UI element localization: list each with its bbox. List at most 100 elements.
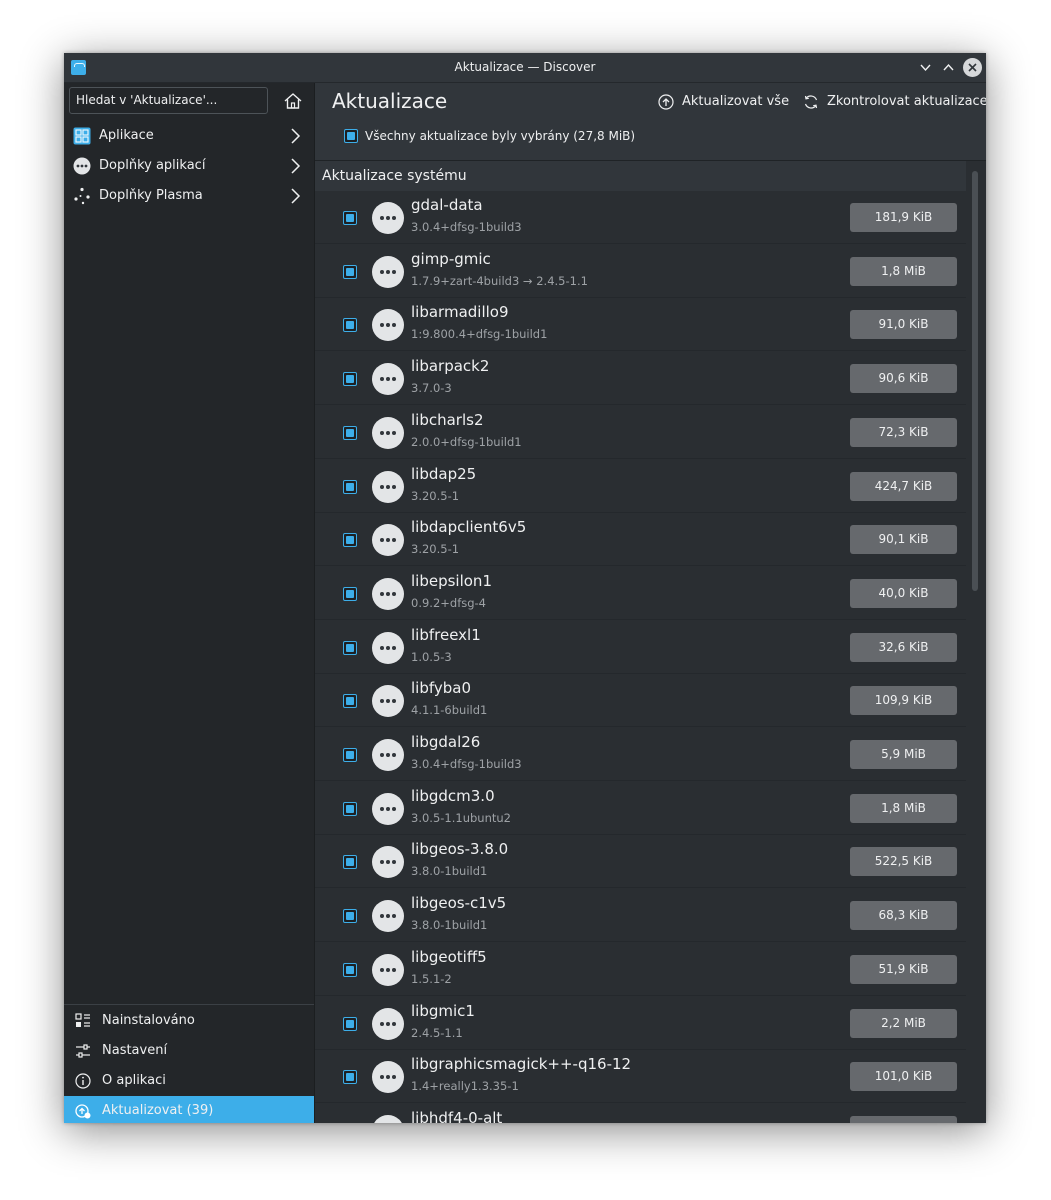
update-icon — [75, 1104, 91, 1119]
update-checkbox[interactable] — [343, 318, 357, 333]
title-bar[interactable]: Aktualizace — Discover — [64, 53, 986, 83]
update-checkbox[interactable] — [343, 909, 357, 924]
update-checkbox[interactable] — [343, 801, 357, 816]
nav-item-label: Aktualizovat (39) — [102, 1103, 214, 1118]
update-checkbox[interactable] — [343, 586, 357, 601]
update-checkbox[interactable] — [343, 479, 357, 494]
update-checkbox[interactable] — [343, 533, 357, 548]
selection-summary: Všechny aktualizace byly vybrány (27,8 M… — [365, 129, 636, 143]
update-row[interactable]: libfreexl1 1.0.5-3 32,6 KiB — [315, 620, 966, 674]
sidebar-item-doplnky-plasma[interactable]: Doplňky Plasma — [64, 181, 314, 211]
update-checkbox[interactable] — [343, 694, 357, 709]
nav-item-about[interactable]: O aplikaci — [64, 1066, 314, 1096]
package-more-icon — [372, 202, 404, 234]
update-row[interactable]: gimp-gmic 1.7.9+zart-4build3 → 2.4.5-1.1 1… — [315, 244, 966, 298]
update-row[interactable]: libdapclient6v5 3.20.5-1 90,1 KiB — [315, 513, 966, 567]
home-icon — [284, 93, 302, 109]
package-name: gimp-gmic — [411, 249, 491, 268]
package-name: libfyba0 — [411, 679, 472, 698]
update-row[interactable]: libgeos-3.8.0 3.8.0-1build1 522,5 KiB — [315, 835, 966, 889]
update-checkbox[interactable] — [343, 855, 357, 870]
sidebar-item-doplnky-aplikaci[interactable]: Doplňky aplikací — [64, 151, 314, 181]
update-row[interactable]: libhdf4-0-alt — [315, 1103, 966, 1123]
update-checkbox[interactable] — [343, 264, 357, 279]
plasma-icon — [74, 187, 90, 205]
nav-item-settings[interactable]: Nastavení — [64, 1036, 314, 1066]
applications-grid-icon — [73, 127, 91, 145]
update-checkbox[interactable] — [343, 372, 357, 387]
update-row[interactable]: libgdal26 3.0.4+dfsg-1build3 5,9 MiB — [315, 728, 966, 781]
chevron-right-icon — [291, 128, 301, 144]
update-row[interactable]: libcharls2 2.0.0+dfsg-1build1 72,3 KiB — [315, 405, 966, 459]
package-size-badge: 90,6 KiB — [850, 364, 957, 394]
update-row[interactable]: libarpack2 3.7.0-3 90,6 KiB — [315, 352, 966, 406]
package-size-badge: 51,9 KiB — [850, 954, 957, 984]
sidebar-item-label: Doplňky Plasma — [99, 188, 203, 203]
checkbox-checked[interactable] — [344, 129, 358, 143]
package-name: libdap25 — [411, 464, 477, 483]
package-more-icon — [372, 363, 404, 396]
update-row[interactable]: libgdcm3.0 3.0.5-1.1ubuntu2 1,8 MiB — [315, 781, 966, 835]
chevron-right-icon — [291, 188, 301, 204]
package-size-badge: 1,8 MiB — [850, 256, 957, 286]
package-version: 3.0.4+dfsg-1build3 — [411, 757, 522, 771]
update-checkbox[interactable] — [343, 1016, 357, 1031]
package-more-icon — [372, 900, 404, 933]
update-checkbox[interactable] — [343, 211, 357, 225]
package-more-icon — [372, 416, 404, 449]
package-size-badge: 424,7 KiB — [850, 471, 957, 501]
update-row[interactable]: libepsilon1 0.9.2+dfsg-4 40,0 KiB — [315, 566, 966, 620]
update-checkbox[interactable] — [343, 640, 357, 655]
more-circle-icon — [73, 157, 91, 175]
package-version: 3.8.0-1build1 — [411, 864, 488, 879]
update-checkbox[interactable] — [343, 425, 357, 440]
maximize-button[interactable] — [939, 58, 958, 77]
update-row[interactable]: libarmadillo9 1:9.800.4+dfsg-1build1 91,0 … — [315, 298, 966, 352]
home-button[interactable] — [283, 91, 303, 111]
close-button[interactable] — [963, 58, 982, 77]
update-row[interactable]: libdap25 3.20.5-1 424,7 KiB — [315, 459, 966, 513]
chevron-down-icon — [920, 64, 931, 72]
update-row[interactable]: libgraphicsmagick++-q16-12 1.4+really1.3.… — [315, 1050, 966, 1104]
update-checkbox[interactable] — [343, 1070, 357, 1085]
update-row[interactable]: gdal-data 3.0.4+dfsg-1build3 181,9 KiB — [315, 191, 966, 244]
page-header: Aktualizace Aktualizovat vše Zkontrolova… — [315, 83, 986, 161]
update-row[interactable]: libfyba0 4.1.1-6build1 109,9 KiB — [315, 674, 966, 728]
package-version: 1.0.5-3 — [411, 649, 452, 664]
scrollbar-thumb[interactable] — [972, 171, 978, 591]
package-name: libhdf4-0-alt — [411, 1108, 503, 1123]
chevron-up-icon — [943, 63, 954, 71]
package-version: 3.7.0-3 — [411, 381, 452, 396]
update-checkbox[interactable] — [343, 748, 357, 762]
update-row[interactable]: libgeotiff5 1.5.1-2 51,9 KiB — [315, 942, 966, 996]
page-title: Aktualizace — [332, 89, 448, 113]
nav-item-installed[interactable]: Nainstalováno — [64, 1006, 314, 1036]
package-name: libgeotiff5 — [411, 947, 487, 966]
update-row[interactable]: libgeos-c1v5 3.8.0-1build1 68,3 KiB — [315, 889, 966, 943]
package-version: 1.5.1-2 — [411, 971, 452, 986]
package-version: 2.4.5-1.1 — [411, 1025, 463, 1040]
check-updates-button[interactable]: Zkontrolovat aktualizace — [803, 91, 986, 113]
minimize-button[interactable] — [916, 58, 935, 77]
window-title: Aktualizace — Discover — [454, 60, 596, 74]
search-input[interactable]: Hledat v 'Aktualizace'... — [69, 87, 268, 114]
package-name: libgdal26 — [411, 733, 481, 751]
update-row[interactable]: libgmic1 2.4.5-1.1 2,2 MiB — [315, 996, 966, 1050]
package-size-badge: 91,0 KiB — [850, 310, 957, 340]
package-size-badge: 32,6 KiB — [850, 632, 957, 662]
package-size-badge: 90,1 KiB — [850, 525, 957, 555]
scrollbar[interactable] — [966, 161, 986, 1123]
update-all-button[interactable]: Aktualizovat vše — [658, 91, 789, 113]
sidebar-item-aplikace[interactable]: Aplikace — [64, 121, 314, 151]
package-size-badge: 522,5 KiB — [850, 847, 957, 877]
nav-item-label: O aplikaci — [102, 1073, 166, 1088]
update-checkbox[interactable] — [343, 962, 357, 977]
installed-list-icon — [75, 1013, 90, 1027]
package-size-badge: 101,0 KiB — [850, 1062, 957, 1092]
nav-item-updates[interactable]: Aktualizovat (39) — [64, 1096, 314, 1123]
nav-item-label: Nastavení — [102, 1043, 168, 1058]
package-version: 1:9.800.4+dfsg-1build1 — [411, 327, 548, 342]
info-icon — [75, 1073, 91, 1089]
package-version: 3.20.5-1 — [411, 488, 460, 503]
package-more-icon — [372, 1114, 404, 1123]
